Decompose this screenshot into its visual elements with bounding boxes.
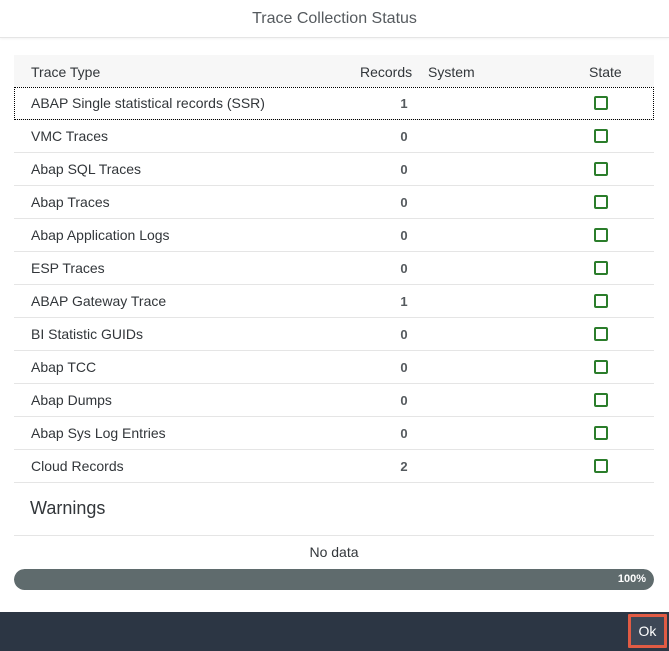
records-cell: 0 (400, 129, 408, 144)
state-checkbox-icon[interactable] (594, 459, 608, 473)
trace-type-cell: Cloud Records (31, 458, 124, 474)
state-checkbox-icon[interactable] (594, 228, 608, 242)
records-cell: 0 (400, 228, 408, 243)
warnings-title: Warnings (30, 498, 106, 518)
trace-type-cell: Abap Dumps (31, 392, 112, 408)
trace-type-cell: ESP Traces (31, 260, 105, 276)
state-checkbox-icon[interactable] (594, 96, 608, 110)
dialog-title: Trace Collection Status (252, 10, 417, 27)
records-cell: 1 (400, 294, 408, 309)
state-checkbox-icon[interactable] (594, 195, 608, 209)
warnings-no-data: No data (309, 544, 359, 560)
table-header: Trace Type Records System State (14, 55, 654, 87)
records-cell: 1 (400, 96, 408, 111)
table-row[interactable]: Abap Traces 0 (14, 186, 654, 219)
records-cell: 0 (400, 393, 408, 408)
records-cell: 0 (400, 195, 408, 210)
table-row[interactable]: Abap Dumps 0 (14, 384, 654, 417)
table-row[interactable]: Abap Application Logs 0 (14, 219, 654, 252)
table-row[interactable]: ABAP Gateway Trace 1 (14, 285, 654, 318)
state-checkbox-icon[interactable] (594, 426, 608, 440)
trace-type-cell: ABAP Single statistical records (SSR) (31, 95, 265, 111)
trace-type-cell: Abap Sys Log Entries (31, 425, 166, 441)
trace-table: Trace Type Records System State ABAP Sin… (14, 55, 654, 483)
table-row[interactable]: Abap SQL Traces 0 (14, 153, 654, 186)
records-cell: 0 (400, 426, 408, 441)
trace-type-cell: ABAP Gateway Trace (31, 293, 167, 309)
state-checkbox-icon[interactable] (594, 360, 608, 374)
trace-type-cell: Abap SQL Traces (31, 161, 141, 177)
column-header-state: State (589, 64, 622, 80)
state-checkbox-icon[interactable] (594, 162, 608, 176)
table-row[interactable]: Abap TCC 0 (14, 351, 654, 384)
trace-type-cell: Abap Application Logs (31, 227, 170, 243)
records-cell: 0 (400, 360, 408, 375)
records-cell: 2 (400, 459, 408, 474)
state-checkbox-icon[interactable] (594, 261, 608, 275)
warnings-list: No data (14, 535, 654, 567)
column-header-trace-type: Trace Type (31, 64, 101, 80)
trace-type-cell: Abap Traces (31, 194, 110, 210)
trace-type-cell: BI Statistic GUIDs (31, 326, 144, 342)
ok-button[interactable]: Ok (628, 614, 667, 648)
column-header-records: Records (360, 64, 413, 80)
records-cell: 0 (400, 162, 408, 177)
table-body: ABAP Single statistical records (SSR) 1 VM… (14, 87, 654, 483)
table-row[interactable]: ESP Traces 0 (14, 252, 654, 285)
records-cell: 0 (400, 261, 408, 276)
table-row[interactable]: BI Statistic GUIDs 0 (14, 318, 654, 351)
table-row[interactable]: Abap Sys Log Entries 0 (14, 417, 654, 450)
dialog-footer (0, 612, 669, 651)
records-cell: 0 (400, 327, 408, 342)
table-row[interactable]: ABAP Single statistical records (SSR) 1 (14, 87, 654, 120)
table-row[interactable]: Cloud Records 2 (14, 450, 654, 483)
dialog-header: Trace Collection Status (0, 0, 669, 38)
state-checkbox-icon[interactable] (594, 393, 608, 407)
progress-label: 100% (617, 573, 646, 585)
trace-type-cell: VMC Traces (31, 128, 109, 144)
state-checkbox-icon[interactable] (594, 294, 608, 308)
trace-collection-dialog: Trace Collection Status Trace Type Recor… (0, 0, 669, 651)
progress-fill (14, 569, 654, 590)
state-checkbox-icon[interactable] (594, 327, 608, 341)
progress-bar: 100% (14, 569, 654, 590)
table-row[interactable]: VMC Traces 0 (14, 120, 654, 153)
column-header-system: System (428, 64, 475, 80)
trace-type-cell: Abap TCC (31, 359, 97, 375)
state-checkbox-icon[interactable] (594, 129, 608, 143)
